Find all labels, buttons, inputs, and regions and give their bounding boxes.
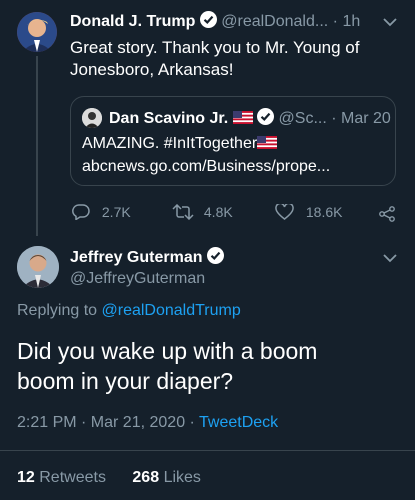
guterman-avatar-image [17, 246, 59, 288]
engagement-stats: 12 Retweets 268 Likes [17, 469, 201, 487]
reply-action[interactable]: 2.7K [72, 204, 131, 221]
tweet-text: Great story. Thank you to Mr. Young of J… [70, 37, 359, 81]
like-label: Likes [163, 469, 201, 486]
quoted-text-content: AMAZING. #InItTogether [82, 135, 258, 152]
avatar-scavino [82, 108, 102, 128]
tweet-text-line: Did you wake up with a boom [17, 338, 318, 364]
avatar-trump[interactable] [17, 12, 57, 52]
quoted-header: Dan Scavino Jr. @Sc... · Mar 20 [109, 108, 391, 128]
like-action[interactable]: 18.6K [275, 202, 343, 220]
like-total: 268 [132, 469, 160, 486]
more-options-icon[interactable] [382, 250, 398, 268]
replying-to: Replying to @realDonaldTrump [17, 302, 241, 320]
quoted-time: · Mar 20 [331, 110, 391, 127]
retweets-stat[interactable]: 12 Retweets [17, 469, 110, 486]
tweet-time[interactable]: · 1h [333, 13, 361, 30]
author-handle[interactable]: @JeffreyGuterman [70, 270, 205, 288]
tweet-header: Donald J. Trump @realDonald... · 1h [70, 11, 360, 31]
thread-line [36, 56, 38, 236]
replying-label: Replying to [17, 302, 98, 319]
verified-badge-icon [206, 247, 224, 264]
quoted-link[interactable]: abcnews.go.com/Business/prope... [82, 158, 330, 176]
timestamp[interactable]: 2:21 PM · Mar 21, 2020 · [17, 414, 195, 431]
replying-mention-link[interactable]: @realDonaldTrump [102, 302, 241, 319]
heart-icon [275, 202, 294, 220]
share-icon[interactable] [378, 206, 396, 227]
us-flag-icon [232, 111, 253, 124]
retweet-icon [172, 203, 194, 221]
retweet-count: 4.8K [203, 204, 233, 220]
like-count: 18.6K [305, 204, 343, 220]
quoted-handle: @Sc... [278, 110, 327, 127]
verified-badge-icon [199, 11, 217, 28]
more-options-icon[interactable] [382, 14, 398, 32]
verified-badge-icon [257, 108, 275, 125]
retweet-total: 12 [17, 469, 35, 486]
tweet-meta: 2:21 PM · Mar 21, 2020 · TweetDeck [17, 414, 278, 432]
us-flag-icon [257, 136, 278, 149]
quoted-author-name: Dan Scavino Jr. [109, 110, 229, 127]
quoted-text: AMAZING. #InItTogether [82, 135, 278, 153]
likes-stat[interactable]: 268 Likes [132, 469, 201, 486]
tweet-header: Jeffrey Guterman [70, 247, 224, 267]
tweet-text-line: boom in your diaper? [17, 368, 234, 394]
quoted-tweet[interactable]: Dan Scavino Jr. @Sc... · Mar 20 AMAZING.… [70, 96, 396, 186]
retweet-label: Retweets [39, 469, 106, 486]
author-name[interactable]: Jeffrey Guterman [70, 249, 203, 266]
tweet-text-line: Jonesboro, Arkansas! [70, 60, 234, 79]
source-link[interactable]: TweetDeck [199, 414, 278, 431]
avatar-guterman[interactable] [17, 246, 59, 288]
divider [0, 450, 415, 451]
trump-avatar-image [17, 12, 57, 52]
retweet-action[interactable]: 4.8K [172, 203, 233, 221]
reply-count: 2.7K [101, 204, 131, 220]
reply-icon [72, 204, 90, 221]
author-name[interactable]: Donald J. Trump [70, 13, 195, 30]
author-handle[interactable]: @realDonald... [221, 13, 328, 30]
tweet-text-line: Great story. Thank you to Mr. Young of [70, 38, 360, 57]
tweet-text: Did you wake up with a boom boom in your… [17, 336, 317, 396]
